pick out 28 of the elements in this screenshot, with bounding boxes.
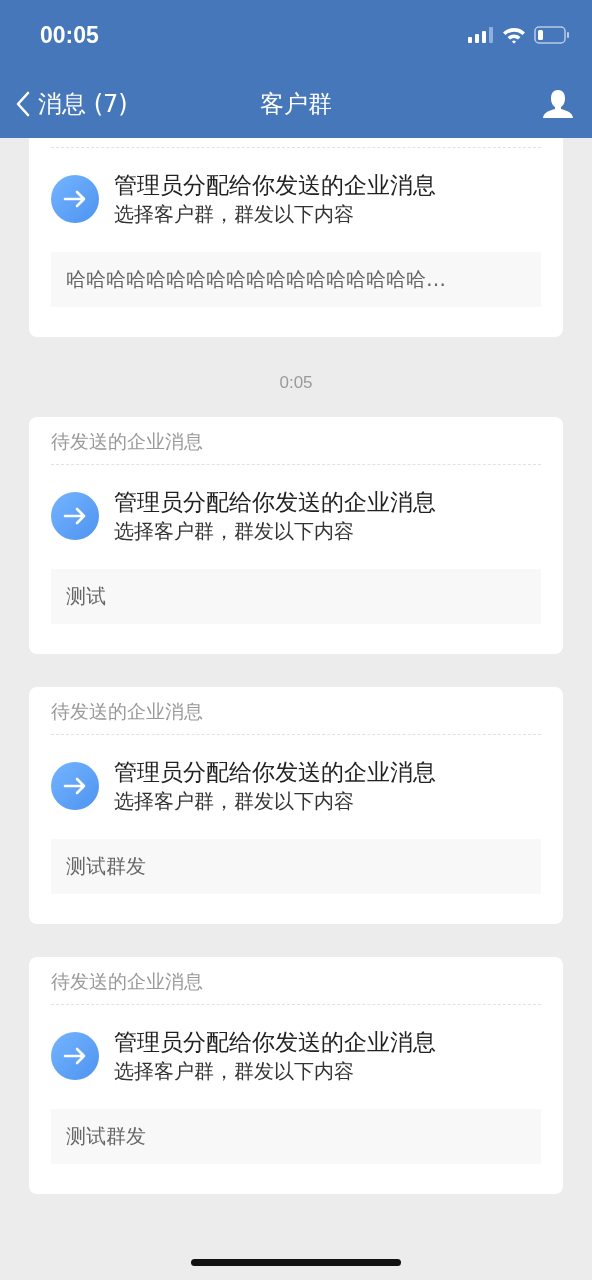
message-content: 测试群发	[51, 839, 541, 894]
message-title: 管理员分配给你发送的企业消息	[114, 171, 436, 200]
card-header: 待发送的企业消息	[51, 429, 204, 454]
battery-icon	[534, 26, 570, 44]
message-content: 哈哈哈哈哈哈哈哈哈哈哈哈哈哈哈哈哈哈…	[51, 252, 541, 307]
back-button[interactable]: 消息 (7)	[16, 88, 128, 120]
card-header: 待发送的企业消息	[51, 699, 204, 724]
message-title: 管理员分配给你发送的企业消息	[114, 488, 436, 517]
wifi-icon	[502, 26, 526, 44]
timestamp: 0:05	[279, 373, 313, 393]
signal-icon	[468, 27, 494, 43]
message-card[interactable]: 待发送的企业消息 管理员分配给你发送的企业消息 选择客户群，群发以下内容 测试	[29, 417, 563, 654]
message-card[interactable]: 待发送的企业消息 管理员分配给你发送的企业消息 选择客户群，群发以下内容 测试群发	[29, 957, 563, 1194]
status-time: 00:05	[40, 21, 99, 49]
message-subtitle: 选择客户群，群发以下内容	[114, 518, 355, 545]
message-subtitle: 选择客户群，群发以下内容	[114, 788, 355, 815]
message-subtitle: 选择客户群，群发以下内容	[114, 1058, 355, 1085]
message-card[interactable]: 待发送的企业消息 管理员分配给你发送的企业消息 选择客户群，群发以下内容 测试群发	[29, 687, 563, 924]
message-content: 测试群发	[51, 1109, 541, 1164]
card-header: 待发送的企业消息	[51, 969, 204, 994]
page-title: 客户群	[260, 89, 332, 120]
person-icon[interactable]	[542, 89, 574, 119]
message-subtitle: 选择客户群，群发以下内容	[114, 201, 355, 228]
message-card[interactable]: 管理员分配给你发送的企业消息 选择客户群，群发以下内容 哈哈哈哈哈哈哈哈哈哈哈哈哈哈哈哈哈哈…	[29, 138, 563, 337]
message-title: 管理员分配给你发送的企业消息	[114, 758, 436, 787]
chevron-left-icon	[16, 91, 30, 117]
message-title: 管理员分配给你发送的企业消息	[114, 1028, 436, 1057]
message-content: 测试	[51, 569, 541, 624]
